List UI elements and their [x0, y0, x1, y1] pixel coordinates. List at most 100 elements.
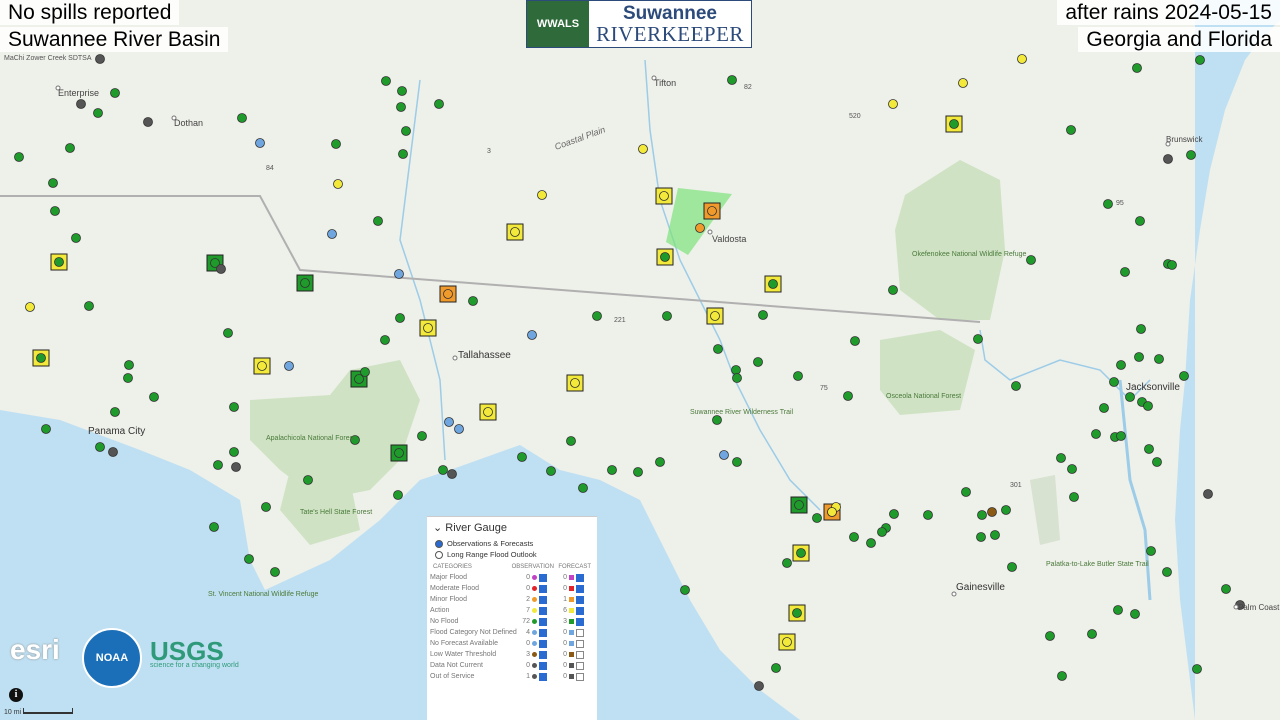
gauge-marker[interactable] — [888, 99, 898, 109]
gauge-marker[interactable] — [71, 233, 81, 243]
gauge-marker[interactable] — [794, 500, 804, 510]
gauge-marker[interactable] — [303, 475, 313, 485]
gauge-marker[interactable] — [731, 365, 741, 375]
gauge-marker[interactable] — [1186, 150, 1196, 160]
gauge-marker[interactable] — [1130, 609, 1140, 619]
gauge-marker[interactable] — [84, 301, 94, 311]
gauge-marker[interactable] — [1067, 464, 1077, 474]
gauge-marker[interactable] — [889, 509, 899, 519]
gauge-marker[interactable] — [1152, 457, 1162, 467]
gauge-marker[interactable] — [229, 402, 239, 412]
gauge-marker[interactable] — [732, 457, 742, 467]
gauge-marker[interactable] — [812, 513, 822, 523]
gauge-marker[interactable] — [93, 108, 103, 118]
gauge-marker[interactable] — [655, 457, 665, 467]
option-long-range[interactable]: Long Range Flood Outlook — [427, 549, 597, 560]
gauge-marker[interactable] — [1011, 381, 1021, 391]
observation-checkbox[interactable] — [539, 661, 547, 670]
observation-checkbox[interactable] — [539, 639, 547, 648]
gauge-marker[interactable] — [961, 487, 971, 497]
gauge-marker[interactable] — [1056, 453, 1066, 463]
gauge-marker[interactable] — [143, 117, 153, 127]
gauge-marker[interactable] — [216, 264, 226, 274]
gauge-marker[interactable] — [1103, 199, 1113, 209]
gauge-marker[interactable] — [36, 353, 46, 363]
gauge-marker[interactable] — [394, 448, 404, 458]
gauge-marker[interactable] — [1135, 216, 1145, 226]
gauge-marker[interactable] — [517, 452, 527, 462]
gauge-marker[interactable] — [923, 510, 933, 520]
gauge-marker[interactable] — [1026, 255, 1036, 265]
gauge-marker[interactable] — [1136, 324, 1146, 334]
gauge-marker[interactable] — [1132, 63, 1142, 73]
gauge-marker[interactable] — [1192, 664, 1202, 674]
gauge-marker[interactable] — [381, 76, 391, 86]
gauge-marker[interactable] — [454, 424, 464, 434]
gauge-marker[interactable] — [1221, 584, 1231, 594]
gauge-marker[interactable] — [394, 269, 404, 279]
gauge-marker[interactable] — [333, 179, 343, 189]
gauge-marker[interactable] — [607, 465, 617, 475]
gauge-marker[interactable] — [380, 335, 390, 345]
gauge-marker[interactable] — [793, 371, 803, 381]
gauge-marker[interactable] — [1017, 54, 1027, 64]
gauge-marker[interactable] — [1066, 125, 1076, 135]
radio-icon[interactable] — [435, 550, 443, 559]
gauge-marker[interactable] — [758, 310, 768, 320]
gauge-marker[interactable] — [707, 206, 717, 216]
gauge-marker[interactable] — [284, 361, 294, 371]
gauge-marker[interactable] — [990, 530, 1000, 540]
observation-checkbox[interactable] — [539, 584, 547, 593]
gauge-marker[interactable] — [732, 373, 742, 383]
gauge-marker[interactable] — [483, 407, 493, 417]
gauge-marker[interactable] — [827, 507, 837, 517]
gauge-marker[interactable] — [987, 507, 997, 517]
gauge-marker[interactable] — [977, 510, 987, 520]
option-observations[interactable]: Observations & Forecasts — [427, 538, 597, 549]
gauge-marker[interactable] — [1069, 492, 1079, 502]
gauge-marker[interactable] — [958, 78, 968, 88]
gauge-marker[interactable] — [1167, 260, 1177, 270]
gauge-marker[interactable] — [592, 311, 602, 321]
gauge-marker[interactable] — [1116, 431, 1126, 441]
gauge-marker[interactable] — [401, 126, 411, 136]
gauge-marker[interactable] — [1163, 154, 1173, 164]
gauge-marker[interactable] — [395, 313, 405, 323]
gauge-marker[interactable] — [1109, 377, 1119, 387]
gauge-marker[interactable] — [849, 532, 859, 542]
info-icon[interactable]: i — [9, 688, 23, 702]
gauge-marker[interactable] — [680, 585, 690, 595]
gauge-marker[interactable] — [397, 86, 407, 96]
gauge-marker[interactable] — [888, 285, 898, 295]
gauge-marker[interactable] — [843, 391, 853, 401]
gauge-marker[interactable] — [237, 113, 247, 123]
forecast-checkbox[interactable] — [576, 628, 584, 637]
gauge-marker[interactable] — [659, 191, 669, 201]
gauge-marker[interactable] — [244, 554, 254, 564]
gauge-marker[interactable] — [25, 302, 35, 312]
gauge-marker[interactable] — [719, 450, 729, 460]
gauge-marker[interactable] — [1195, 55, 1205, 65]
gauge-marker[interactable] — [213, 460, 223, 470]
gauge-marker[interactable] — [443, 289, 453, 299]
forecast-checkbox[interactable] — [576, 595, 584, 604]
gauge-marker[interactable] — [754, 681, 764, 691]
gauge-marker[interactable] — [1134, 352, 1144, 362]
forecast-checkbox[interactable] — [576, 661, 584, 670]
gauge-marker[interactable] — [1154, 354, 1164, 364]
forecast-checkbox[interactable] — [576, 617, 584, 626]
gauge-marker[interactable] — [1116, 360, 1126, 370]
gauge-marker[interactable] — [444, 417, 454, 427]
gauge-marker[interactable] — [327, 229, 337, 239]
gauge-marker[interactable] — [396, 102, 406, 112]
gauge-marker[interactable] — [438, 465, 448, 475]
gauge-marker[interactable] — [1087, 629, 1097, 639]
gauge-marker[interactable] — [570, 378, 580, 388]
gauge-marker[interactable] — [229, 447, 239, 457]
gauge-marker[interactable] — [257, 361, 267, 371]
gauge-marker[interactable] — [423, 323, 433, 333]
gauge-marker[interactable] — [976, 532, 986, 542]
gauge-marker[interactable] — [360, 367, 370, 377]
gauge-marker[interactable] — [124, 360, 134, 370]
gauge-marker[interactable] — [1125, 392, 1135, 402]
